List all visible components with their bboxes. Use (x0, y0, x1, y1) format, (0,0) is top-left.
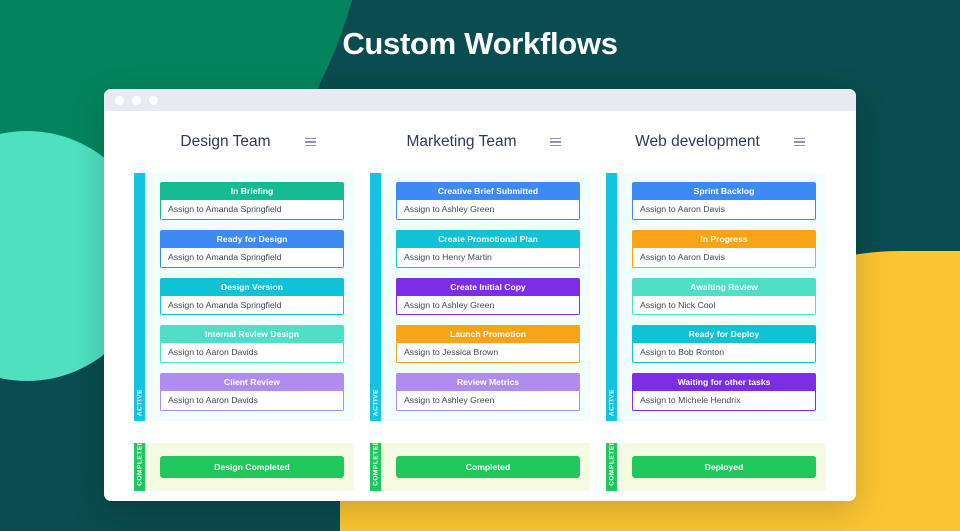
completed-card[interactable]: Deployed (632, 455, 816, 479)
completed-card[interactable]: Completed (396, 455, 580, 479)
workflow-card[interactable]: Creative Brief Submitted Assign to Ashley… (396, 182, 580, 220)
column-title: Web development (635, 133, 760, 150)
completed-lane-label: COMPLETED (136, 440, 143, 486)
card-assignee[interactable]: Assign to Nick Cool (632, 295, 816, 316)
workflow-card[interactable]: Client Review Assign to Aaron Davids (160, 373, 344, 411)
card-assignee[interactable]: Assign to Ashley Green (396, 200, 580, 220)
window-close-dot[interactable] (115, 95, 124, 105)
card-status-header[interactable]: Launch Promotion (396, 325, 580, 344)
completed-lane: COMPLETED Completed (370, 440, 590, 491)
active-lane: ACTIVE Creative Brief Submitted Assign to … (370, 173, 590, 421)
card-assignee[interactable]: Assign to Amanda Springfield (160, 200, 344, 220)
column-title: Design Team (180, 133, 271, 150)
completed-lane-strip: COMPLETED (370, 440, 381, 491)
column-header: Web development (606, 111, 826, 173)
card-assignee[interactable]: Assign to Jessica Brown (396, 343, 580, 364)
card-status-header[interactable]: Creative Brief Submitted (396, 182, 580, 201)
card-status-header[interactable]: Design Version (160, 277, 344, 296)
card-status-header[interactable]: Sprint Backlog (632, 182, 816, 201)
completed-lane: COMPLETED Deployed (606, 440, 826, 491)
workflow-board: Design Team ACTIVE In Briefing Assign to Am… (104, 111, 856, 501)
hamburger-menu-icon[interactable] (550, 137, 562, 147)
completed-lane-strip: COMPLETED (606, 440, 617, 491)
hamburger-menu-icon[interactable] (793, 137, 805, 147)
active-lane-label: ACTIVE (372, 388, 379, 416)
card-assignee[interactable]: Assign to Bob Ronton (632, 343, 816, 364)
page-title: Custom Workflows (342, 26, 618, 61)
active-lane-strip: ACTIVE (370, 173, 381, 421)
active-lane-strip: ACTIVE (606, 173, 617, 421)
workflow-card[interactable]: Awaiting Review Assign to Nick Cool (632, 277, 816, 316)
card-status-header[interactable]: Create Initial Copy (396, 277, 580, 296)
workflow-card[interactable]: Sprint Backlog Assign to Aaron Davis (632, 182, 816, 220)
workflow-card[interactable]: Ready for Deploy Assign to Bob Ronton (632, 325, 816, 364)
card-assignee[interactable]: Assign to Amanda Springfield (160, 247, 344, 268)
card-assignee[interactable]: Assign to Aaron Davids (160, 391, 344, 411)
workflow-card[interactable]: Design Version Assign to Amanda Springfie… (160, 277, 344, 316)
card-status-header[interactable]: Waiting for other tasks (632, 373, 816, 392)
card-status-header[interactable]: Ready for Deploy (632, 325, 816, 344)
workflow-card[interactable]: Create Promotional Plan Assign to Henry M… (396, 229, 580, 268)
hamburger-menu-icon[interactable] (304, 137, 316, 147)
workflow-card[interactable]: Internal Review Design Assign to Aaron Da… (160, 325, 344, 364)
window-minimize-dot[interactable] (132, 95, 141, 105)
active-lane-label: ACTIVE (608, 388, 615, 416)
workflow-column: Web development ACTIVE Sprint Backlog Assig… (598, 111, 834, 501)
card-assignee[interactable]: Assign to Ashley Green (396, 295, 580, 316)
card-status-header[interactable]: Create Promotional Plan (396, 229, 580, 248)
card-status-header[interactable]: Client Review (160, 373, 344, 392)
card-status-header[interactable]: Awaiting Review (632, 277, 816, 296)
completed-lane-cards: Deployed (617, 443, 826, 491)
browser-window: Design Team ACTIVE In Briefing Assign to Am… (104, 89, 856, 501)
workflow-column: Design Team ACTIVE In Briefing Assign to Am… (126, 111, 362, 501)
workflow-card[interactable]: In Progress Assign to Aaron Davis (632, 229, 816, 268)
card-assignee[interactable]: Assign to Amanda Springfield (160, 295, 344, 316)
card-status-header[interactable]: Ready for Design (160, 229, 344, 248)
workflow-column: Marketing Team ACTIVE Creative Brief Submi… (362, 111, 598, 501)
card-assignee[interactable]: Assign to Aaron Davis (632, 200, 816, 220)
column-header: Design Team (134, 111, 354, 173)
workflow-card[interactable]: Waiting for other tasks Assign to Michele… (632, 373, 816, 411)
active-lane-strip: ACTIVE (134, 173, 145, 421)
card-status-header[interactable]: In Briefing (160, 182, 344, 201)
completed-lane-strip: COMPLETED (134, 440, 145, 491)
active-lane-cards: Sprint Backlog Assign to Aaron Davis In Pr… (617, 173, 826, 421)
workflow-card[interactable]: In Briefing Assign to Amanda Springfield (160, 182, 344, 220)
column-title: Marketing Team (406, 133, 517, 150)
completed-lane-label: COMPLETED (372, 440, 379, 486)
completed-lane: COMPLETED Design Completed (134, 440, 354, 491)
workflow-card[interactable]: Create Initial Copy Assign to Ashley Gree… (396, 277, 580, 316)
card-assignee[interactable]: Assign to Henry Martin (396, 247, 580, 268)
card-assignee[interactable]: Assign to Aaron Davids (160, 343, 344, 364)
workflow-card[interactable]: Launch Promotion Assign to Jessica Brown (396, 325, 580, 364)
completed-lane-cards: Completed (381, 443, 590, 491)
card-assignee[interactable]: Assign to Michele Hendrix (632, 391, 816, 411)
column-header: Marketing Team (370, 111, 590, 173)
workflow-card[interactable]: Ready for Design Assign to Amanda Springf… (160, 229, 344, 268)
completed-lane-label: COMPLETED (608, 440, 615, 486)
active-lane-label: ACTIVE (136, 388, 143, 416)
active-lane-cards: Creative Brief Submitted Assign to Ashley… (381, 173, 590, 421)
workflow-card[interactable]: Review Metrics Assign to Ashley Green (396, 373, 580, 411)
active-lane-cards: In Briefing Assign to Amanda Springfield R… (145, 173, 354, 421)
card-assignee[interactable]: Assign to Aaron Davis (632, 247, 816, 268)
completed-card[interactable]: Design Completed (160, 455, 344, 479)
completed-lane-cards: Design Completed (145, 443, 354, 491)
card-assignee[interactable]: Assign to Ashley Green (396, 391, 580, 411)
browser-titlebar (104, 89, 856, 111)
active-lane: ACTIVE Sprint Backlog Assign to Aaron Davi… (606, 173, 826, 421)
window-maximize-dot[interactable] (149, 95, 158, 105)
card-status-header[interactable]: In Progress (632, 229, 816, 248)
card-status-header[interactable]: Review Metrics (396, 373, 580, 392)
card-status-header[interactable]: Internal Review Design (160, 325, 344, 344)
active-lane: ACTIVE In Briefing Assign to Amanda Spring… (134, 173, 354, 421)
